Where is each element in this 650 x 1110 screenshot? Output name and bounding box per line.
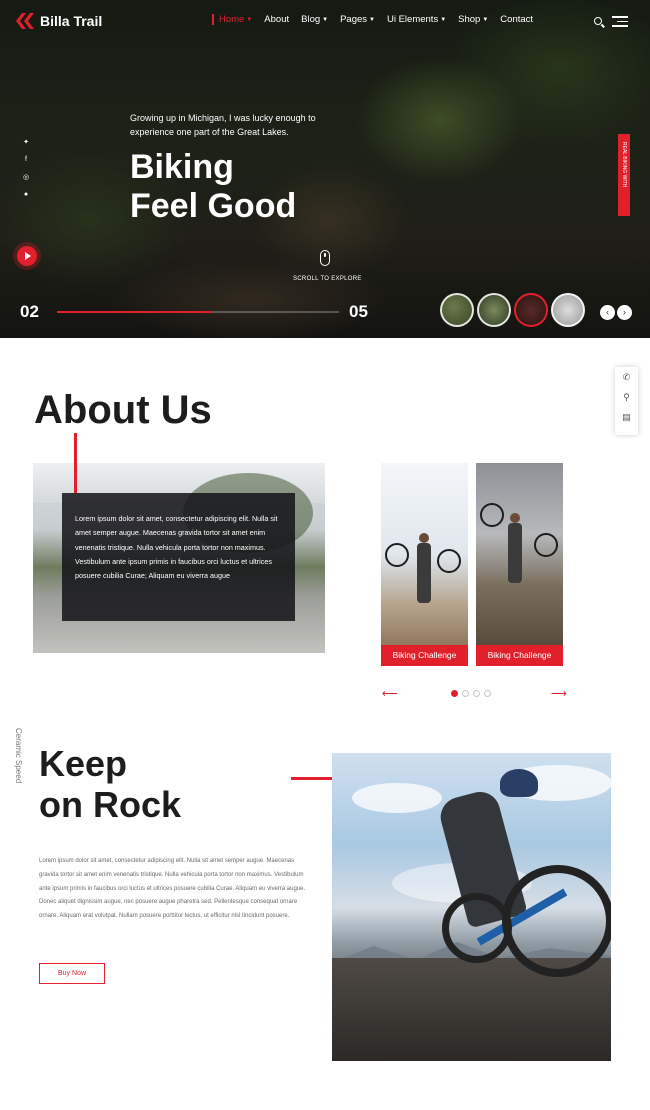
logo-chevron-icon: [16, 12, 36, 30]
carousel-dot[interactable]: [473, 690, 480, 697]
nav-item-about[interactable]: About: [264, 14, 289, 25]
about-text: Lorem ipsum dolor sit amet, consectetur …: [75, 514, 278, 581]
scroll-to-explore[interactable]: SCROLL TO EXPLORE: [293, 276, 362, 282]
prev-slide-button[interactable]: ‹: [600, 305, 615, 320]
nav-item-pages[interactable]: Pages ▼: [340, 14, 375, 25]
social-links: ✦ f ◎ ●: [22, 138, 30, 198]
challenge-card[interactable]: Biking Challenge: [381, 463, 468, 666]
carousel-dot-active[interactable]: [451, 690, 458, 697]
about-title: About Us: [34, 388, 212, 432]
logo[interactable]: Billa Trail: [16, 12, 102, 30]
bike-wheel: [385, 543, 409, 567]
location-icon[interactable]: ⚲: [615, 387, 638, 407]
slide-thumbnail[interactable]: [440, 293, 474, 327]
contact-float-bar: ✆ ⚲ ▤: [615, 367, 638, 435]
facebook-icon[interactable]: f: [22, 156, 30, 163]
bike-wheel: [437, 549, 461, 573]
store-icon[interactable]: ▤: [615, 407, 638, 427]
card-label[interactable]: Biking Challenge: [381, 645, 468, 666]
hero-subtitle: Growing up in Michigan, I was lucky enou…: [130, 113, 316, 137]
challenge-card[interactable]: Biking Challenge: [476, 463, 563, 666]
slide-thumbnail[interactable]: [477, 293, 511, 327]
carousel-prev-arrow[interactable]: ⟵: [382, 687, 398, 700]
nav-item-blog[interactable]: Blog ▼: [301, 14, 328, 25]
keep-title: Keep on Rock: [39, 743, 182, 825]
slide-thumbnails: [440, 293, 585, 327]
chevron-down-icon: ▼: [482, 16, 489, 23]
nav-item-contact[interactable]: Contact: [500, 14, 533, 25]
rider-figure: [405, 533, 445, 633]
hamburger-menu-icon[interactable]: [612, 16, 628, 30]
buy-now-button[interactable]: Buy Now: [39, 963, 105, 984]
nav-item-home[interactable]: Home ▼: [212, 14, 252, 25]
slide-thumbnail[interactable]: [551, 293, 585, 327]
play-video-button[interactable]: [17, 246, 37, 266]
nav-item-shop[interactable]: Shop ▼: [458, 14, 488, 25]
main-nav: Home ▼ About Blog ▼ Pages ▼ Ui Elements ▼ Sh…: [212, 14, 533, 25]
bike-wheel: [480, 503, 504, 527]
side-tab[interactable]: REAL BIKING WITH: [618, 134, 630, 216]
mountain-biker-photo: [332, 753, 611, 1061]
slide-total-number: 05: [349, 302, 368, 321]
search-icon[interactable]: [594, 17, 602, 25]
hero-section: Billa Trail Home ▼ About Blog ▼ Pages ▼ Ui …: [0, 0, 650, 338]
card-label[interactable]: Biking Challenge: [476, 645, 563, 666]
chevron-down-icon: ▼: [322, 16, 329, 23]
slide-current-number: 02: [20, 302, 39, 321]
keep-text: Lorem ipsum dolor sit amet, consectetur …: [39, 858, 306, 920]
slide-thumbnail-active[interactable]: [514, 293, 548, 327]
chevron-down-icon: ▼: [440, 16, 447, 23]
carousel-dots: [451, 690, 491, 697]
about-text-box: Lorem ipsum dolor sit amet, consectetur …: [62, 493, 295, 621]
vertical-side-label: Ceramic Speed: [14, 728, 23, 784]
hero-title: Biking Feel Good: [130, 148, 297, 225]
phone-icon[interactable]: ✆: [615, 367, 638, 387]
bike-wheel: [534, 533, 558, 557]
chevron-down-icon: ▼: [246, 16, 253, 23]
carousel-next-arrow[interactable]: ⟶: [551, 687, 567, 700]
chevron-down-icon: ▼: [369, 16, 375, 23]
slide-progress-bar: [57, 311, 339, 313]
rider-figure: [496, 513, 536, 613]
next-slide-button[interactable]: ›: [617, 305, 632, 320]
mouse-scroll-icon[interactable]: [320, 250, 330, 266]
nav-item-ui-elements[interactable]: Ui Elements ▼: [387, 14, 446, 25]
twitter-icon[interactable]: ✦: [22, 138, 30, 146]
snapchat-icon[interactable]: ●: [22, 191, 30, 198]
instagram-icon[interactable]: ◎: [22, 173, 30, 181]
carousel-dot[interactable]: [484, 690, 491, 697]
carousel-dot[interactable]: [462, 690, 469, 697]
brand-name: Billa Trail: [40, 13, 103, 29]
accent-line: [74, 433, 77, 493]
